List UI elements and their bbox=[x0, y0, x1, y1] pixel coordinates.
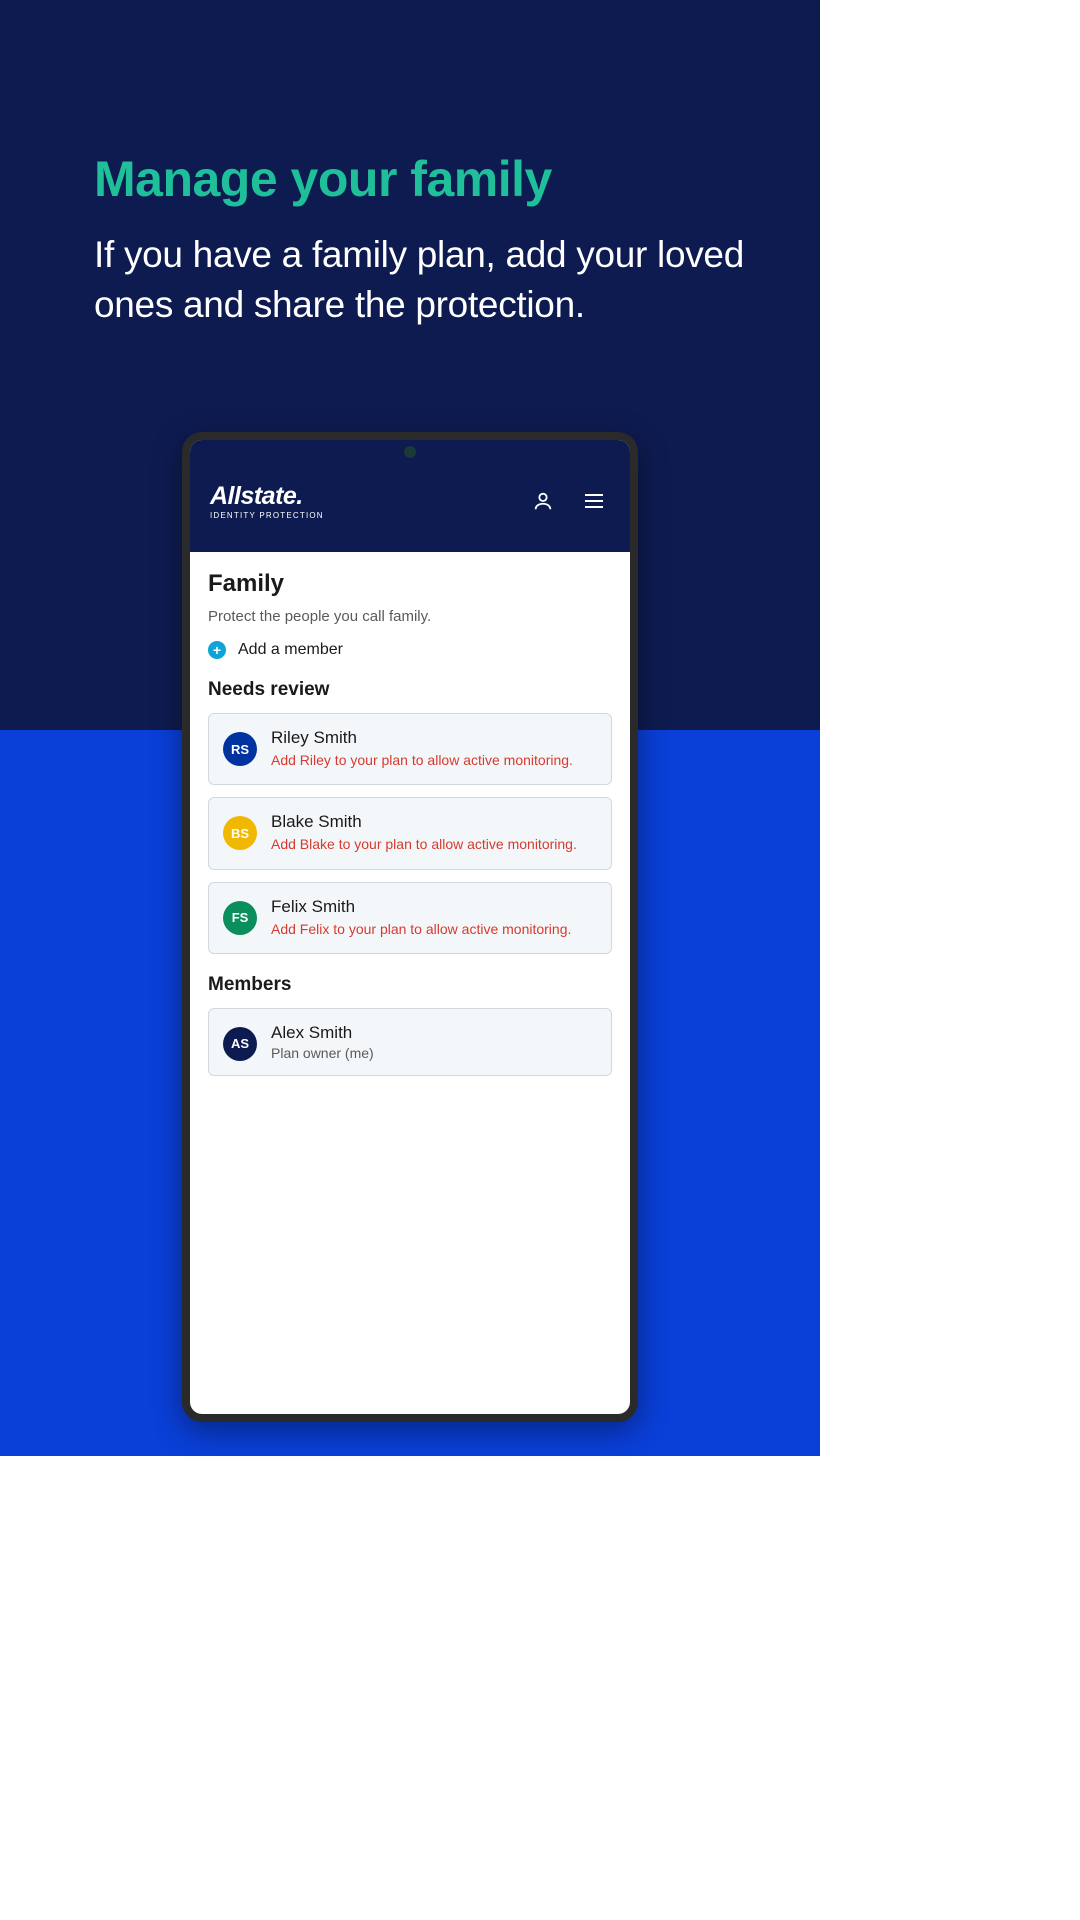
card-content: Riley Smith Add Riley to your plan to al… bbox=[271, 728, 597, 770]
member-name: Alex Smith bbox=[271, 1023, 597, 1043]
avatar: BS bbox=[223, 816, 257, 850]
member-card-needs-review[interactable]: BS Blake Smith Add Blake to your plan to… bbox=[208, 797, 612, 869]
member-alert-message: Add Blake to your plan to allow active m… bbox=[271, 834, 597, 854]
menu-button[interactable] bbox=[578, 485, 610, 520]
member-name: Riley Smith bbox=[271, 728, 597, 748]
card-content: Blake Smith Add Blake to your plan to al… bbox=[271, 812, 597, 854]
member-alert-message: Add Felix to your plan to allow active m… bbox=[271, 919, 597, 939]
avatar: FS bbox=[223, 901, 257, 935]
avatar: RS bbox=[223, 732, 257, 766]
add-member-button[interactable]: + Add a member bbox=[208, 641, 612, 659]
member-role: Plan owner (me) bbox=[271, 1045, 597, 1061]
hero-subtitle: If you have a family plan, add your love… bbox=[94, 230, 760, 330]
page-title: Family bbox=[208, 570, 612, 598]
card-content: Alex Smith Plan owner (me) bbox=[271, 1023, 597, 1061]
member-card-needs-review[interactable]: RS Riley Smith Add Riley to your plan to… bbox=[208, 713, 612, 785]
hero-title: Manage your family bbox=[94, 150, 760, 208]
needs-review-title: Needs review bbox=[208, 679, 612, 701]
add-member-label: Add a member bbox=[238, 641, 343, 659]
avatar: AS bbox=[223, 1027, 257, 1061]
member-alert-message: Add Riley to your plan to allow active m… bbox=[271, 750, 597, 770]
hamburger-icon bbox=[582, 489, 606, 513]
phone-camera bbox=[404, 446, 416, 458]
hero-section: Manage your family If you have a family … bbox=[94, 150, 760, 330]
person-icon bbox=[532, 490, 554, 512]
members-title: Members bbox=[208, 974, 612, 996]
profile-button[interactable] bbox=[528, 486, 558, 519]
app-body: Family Protect the people you call famil… bbox=[190, 552, 630, 1076]
header-actions bbox=[528, 485, 610, 520]
brand: Allstate. IDENTITY PROTECTION bbox=[210, 484, 324, 520]
phone-frame: Allstate. IDENTITY PROTECTION bbox=[182, 432, 638, 1422]
brand-name: Allstate. bbox=[210, 484, 324, 509]
brand-tagline: IDENTITY PROTECTION bbox=[210, 511, 324, 520]
card-content: Felix Smith Add Felix to your plan to al… bbox=[271, 897, 597, 939]
member-card-needs-review[interactable]: FS Felix Smith Add Felix to your plan to… bbox=[208, 882, 612, 954]
member-name: Blake Smith bbox=[271, 812, 597, 832]
phone-screen: Allstate. IDENTITY PROTECTION bbox=[190, 440, 630, 1414]
member-name: Felix Smith bbox=[271, 897, 597, 917]
members-section: Members AS Alex Smith Plan owner (me) bbox=[208, 974, 612, 1076]
plus-icon: + bbox=[208, 641, 226, 659]
member-card[interactable]: AS Alex Smith Plan owner (me) bbox=[208, 1008, 612, 1076]
page-subtitle: Protect the people you call family. bbox=[208, 608, 612, 625]
